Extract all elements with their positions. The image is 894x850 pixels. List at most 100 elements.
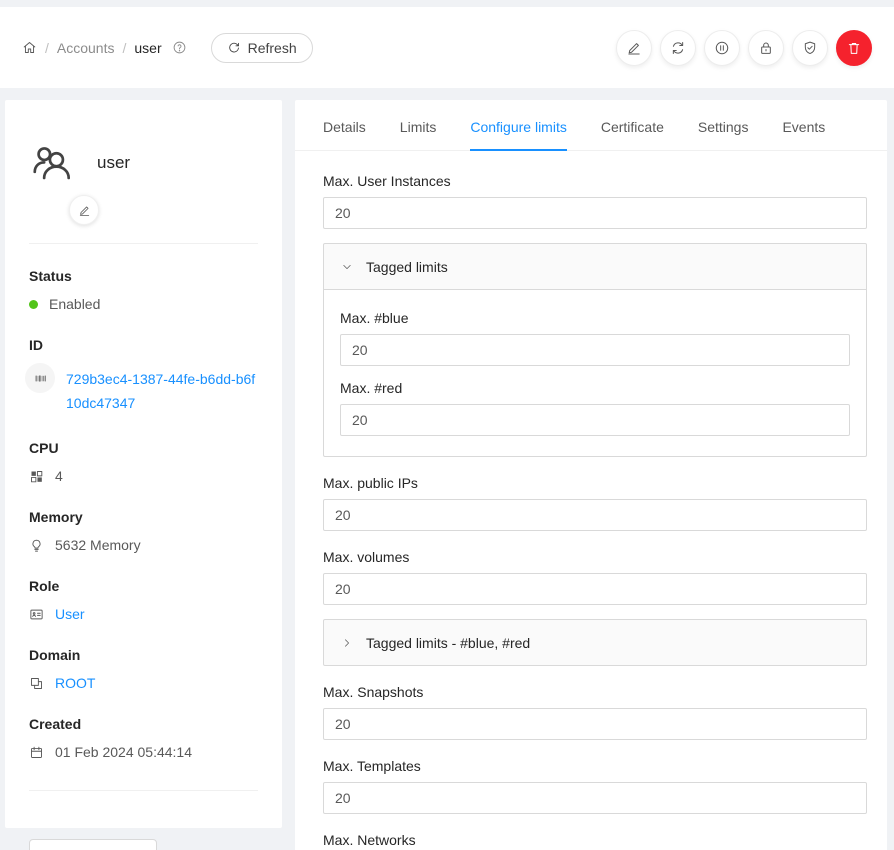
lock-icon	[758, 40, 774, 56]
bulb-icon	[29, 538, 44, 553]
field-domain: Domain ROOT	[29, 647, 258, 691]
tab-events[interactable]: Events	[782, 100, 825, 150]
calendar-icon	[29, 745, 44, 760]
status-value: Enabled	[49, 296, 100, 312]
field-label: Memory	[29, 509, 258, 525]
field-status: Status Enabled	[29, 268, 258, 312]
max-public-ips-input[interactable]	[323, 499, 867, 531]
update-resource-count-button[interactable]	[660, 30, 696, 66]
field-label: CPU	[29, 440, 258, 456]
page-top-strip	[0, 0, 894, 7]
tagged-limits-panel-collapsed: Tagged limits - #blue, #red	[323, 619, 867, 666]
header-actions	[616, 30, 872, 66]
field-max-blue: Max. #blue	[340, 310, 850, 366]
tagged-limits-panel-header[interactable]: Tagged limits	[324, 244, 866, 289]
max-user-instances-input[interactable]	[323, 197, 867, 229]
trash-icon	[846, 40, 862, 56]
team-avatar-icon	[29, 140, 75, 186]
configure-limits-form: Max. User Instances Tagged limits Max. #…	[295, 151, 887, 850]
max-red-input[interactable]	[340, 404, 850, 436]
page-content: user Status Enabled ID	[0, 88, 894, 850]
pencil-edit-icon	[78, 204, 91, 217]
account-detail-card: Details Limits Configure limits Certific…	[295, 100, 887, 850]
field-label: Max. volumes	[323, 549, 867, 565]
breadcrumb-accounts[interactable]: Accounts	[57, 40, 115, 56]
appstore-icon	[29, 469, 44, 484]
breadcrumb-current: user	[134, 40, 161, 56]
chevron-right-icon	[341, 637, 353, 649]
field-label: Created	[29, 716, 258, 732]
lock-account-button[interactable]	[748, 30, 784, 66]
field-label: Max. User Instances	[323, 173, 867, 189]
field-label: Status	[29, 268, 258, 284]
tab-settings[interactable]: Settings	[698, 100, 749, 150]
shield-check-icon	[802, 40, 818, 56]
field-id: ID 729b3ec4-1387-44fe-b6dd-b6f10dc47347	[29, 337, 258, 415]
tagged-limits-panel-body: Max. #blue Max. #red	[324, 289, 866, 456]
max-templates-input[interactable]	[323, 782, 867, 814]
max-volumes-input[interactable]	[323, 573, 867, 605]
account-profile: user	[29, 126, 258, 186]
field-max-user-instances: Max. User Instances	[323, 173, 867, 229]
tab-limits[interactable]: Limits	[400, 100, 437, 150]
refresh-label: Refresh	[248, 40, 297, 56]
field-label: Max. Snapshots	[323, 684, 867, 700]
status-dot	[29, 300, 38, 309]
breadcrumb-separator: /	[122, 40, 126, 56]
chevron-down-icon	[341, 261, 353, 273]
max-blue-input[interactable]	[340, 334, 850, 366]
field-role: Role User	[29, 578, 258, 622]
account-name: user	[97, 153, 130, 173]
domain-link[interactable]: ROOT	[55, 675, 95, 691]
block-icon	[29, 676, 44, 691]
tab-certificate[interactable]: Certificate	[601, 100, 664, 150]
edit-avatar-button[interactable]	[69, 195, 99, 225]
verify-account-button[interactable]	[792, 30, 828, 66]
question-circle-icon[interactable]	[172, 40, 187, 55]
divider	[29, 243, 258, 244]
home-icon[interactable]	[22, 40, 37, 55]
field-label: Role	[29, 578, 258, 594]
field-max-public-ips: Max. public IPs	[323, 475, 867, 531]
field-label: Domain	[29, 647, 258, 663]
field-max-snapshots: Max. Snapshots	[323, 684, 867, 740]
field-max-volumes: Max. volumes	[323, 549, 867, 605]
field-memory: Memory 5632 Memory	[29, 509, 258, 553]
memory-value: 5632 Memory	[55, 537, 141, 553]
edit-account-button[interactable]	[616, 30, 652, 66]
field-created: Created 01 Feb 2024 05:44:14	[29, 716, 258, 760]
breadcrumb: / Accounts / user Refresh	[22, 33, 313, 63]
tab-details[interactable]: Details	[323, 100, 366, 150]
role-link[interactable]: User	[55, 606, 85, 622]
account-id-link[interactable]: 729b3ec4-1387-44fe-b6dd-b6f10dc47347	[66, 367, 258, 415]
created-value: 01 Feb 2024 05:44:14	[55, 744, 192, 760]
sync-icon	[670, 40, 686, 56]
field-max-red: Max. #red	[340, 380, 850, 436]
field-cpu: CPU 4	[29, 440, 258, 484]
delete-account-button[interactable]	[836, 30, 872, 66]
field-max-templates: Max. Templates	[323, 758, 867, 814]
divider	[29, 790, 258, 791]
pencil-edit-icon	[626, 40, 642, 56]
tagged-limits-collapsed-header[interactable]: Tagged limits - #blue, #red	[324, 620, 866, 665]
field-label: Max. #blue	[340, 310, 850, 326]
breadcrumb-separator: /	[45, 40, 49, 56]
panel-title: Tagged limits	[366, 259, 448, 275]
pause-circle-icon	[714, 40, 730, 56]
tab-configure-limits[interactable]: Configure limits	[470, 100, 566, 150]
field-label: Max. #red	[340, 380, 850, 396]
cpu-value: 4	[55, 468, 63, 484]
account-info-card: user Status Enabled ID	[5, 100, 282, 828]
top-header: / Accounts / user Refresh	[0, 7, 894, 88]
tab-bar: Details Limits Configure limits Certific…	[295, 100, 887, 151]
max-snapshots-input[interactable]	[323, 708, 867, 740]
disable-account-button[interactable]	[704, 30, 740, 66]
refresh-button[interactable]: Refresh	[211, 33, 313, 63]
tagged-limits-panel-expanded: Tagged limits Max. #blue Max. #red	[323, 243, 867, 457]
view-users-button[interactable]: View Users	[29, 839, 157, 850]
field-label: Max. Networks	[323, 832, 867, 848]
field-label: ID	[29, 337, 258, 353]
barcode-icon	[25, 363, 55, 393]
idcard-icon	[29, 607, 44, 622]
field-label: Max. public IPs	[323, 475, 867, 491]
